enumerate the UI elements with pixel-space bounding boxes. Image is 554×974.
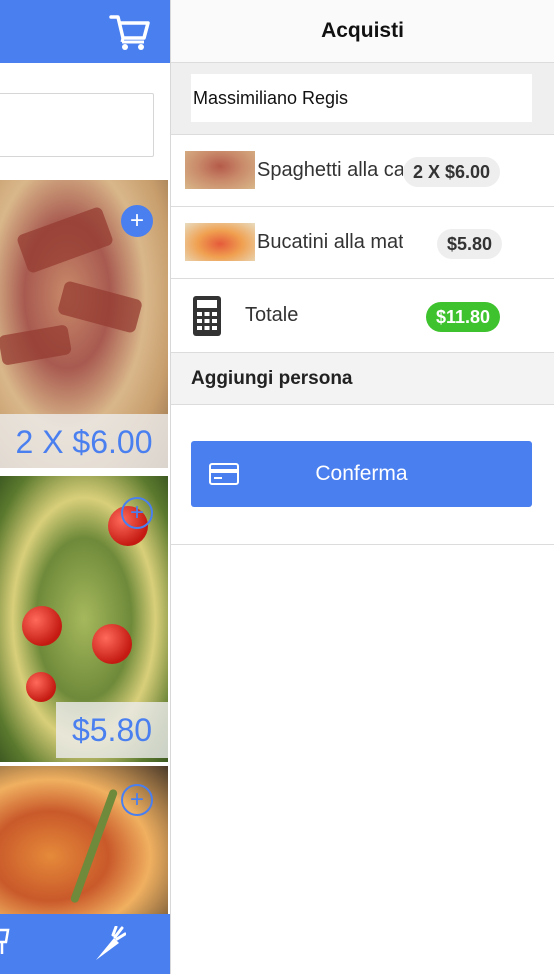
dish-image-detail bbox=[92, 624, 132, 664]
cart-button[interactable] bbox=[108, 12, 152, 52]
customer-name-field[interactable] bbox=[191, 74, 532, 122]
calculator-icon bbox=[193, 296, 221, 336]
menu-tab-bar bbox=[0, 914, 170, 974]
confirm-area: Conferma bbox=[171, 405, 554, 545]
item-name: Spaghetti alla carbonara bbox=[257, 159, 403, 181]
total-row: Totale $11.80 bbox=[171, 279, 554, 353]
item-thumbnail bbox=[185, 151, 255, 189]
dish-image-detail bbox=[56, 280, 144, 334]
dish-image-detail bbox=[69, 788, 119, 904]
menu-search-field[interactable] bbox=[0, 93, 154, 157]
menu-toolbar bbox=[0, 0, 170, 63]
confirm-label: Conferma bbox=[315, 462, 408, 485]
item-price-badge: $5.80 bbox=[437, 229, 503, 259]
add-person-button[interactable]: Aggiungi persona bbox=[171, 353, 554, 405]
carrot-icon[interactable] bbox=[92, 926, 126, 964]
panel-title: Acquisti bbox=[321, 19, 404, 42]
add-dish-button[interactable]: + bbox=[121, 497, 153, 529]
purchases-panel: Acquisti Spaghetti alla carbonara 2 X $6… bbox=[170, 0, 554, 974]
dish-card-spaghetti[interactable]: + 2 X $6.00 bbox=[0, 180, 168, 468]
dish-image-detail bbox=[0, 324, 73, 366]
item-name: Bucatini alla matriciana bbox=[257, 231, 403, 253]
add-person-label: Aggiungi persona bbox=[191, 367, 353, 389]
dish-image-detail bbox=[26, 672, 56, 702]
item-thumbnail bbox=[185, 223, 255, 261]
confirm-button[interactable]: Conferma bbox=[191, 441, 532, 507]
item-price-badge: 2 X $6.00 bbox=[403, 157, 501, 187]
add-dish-button[interactable]: + bbox=[121, 784, 153, 816]
menu-screen: + 2 X $6.00 + $5.80 + bbox=[0, 0, 170, 974]
plus-icon: + bbox=[129, 207, 144, 234]
app-screen: + 2 X $6.00 + $5.80 + Acquisti Massimili… bbox=[0, 0, 554, 974]
cart-icon bbox=[109, 15, 150, 50]
plus-icon: + bbox=[129, 499, 144, 526]
dish-card-third[interactable]: + bbox=[0, 766, 168, 916]
menu-search-area bbox=[0, 63, 170, 180]
dish-price: 2 X $6.00 bbox=[0, 414, 168, 468]
dish-card-bucatini[interactable]: + $5.80 bbox=[0, 476, 168, 762]
total-label: Totale bbox=[245, 304, 299, 326]
order-item[interactable]: Bucatini alla matriciana $5.80 bbox=[171, 207, 554, 279]
glass-icon[interactable] bbox=[0, 928, 10, 958]
plus-icon: + bbox=[129, 786, 144, 813]
dish-image-detail bbox=[22, 606, 62, 646]
order-item[interactable]: Spaghetti alla carbonara 2 X $6.00 bbox=[171, 135, 554, 207]
credit-card-icon bbox=[209, 463, 239, 485]
add-dish-button[interactable]: + bbox=[121, 205, 153, 237]
panel-header: Acquisti bbox=[171, 0, 554, 63]
dish-price: $5.80 bbox=[56, 702, 168, 758]
total-value-badge: $11.80 bbox=[426, 302, 501, 332]
customer-area bbox=[171, 63, 554, 135]
dish-image-detail bbox=[15, 205, 115, 275]
